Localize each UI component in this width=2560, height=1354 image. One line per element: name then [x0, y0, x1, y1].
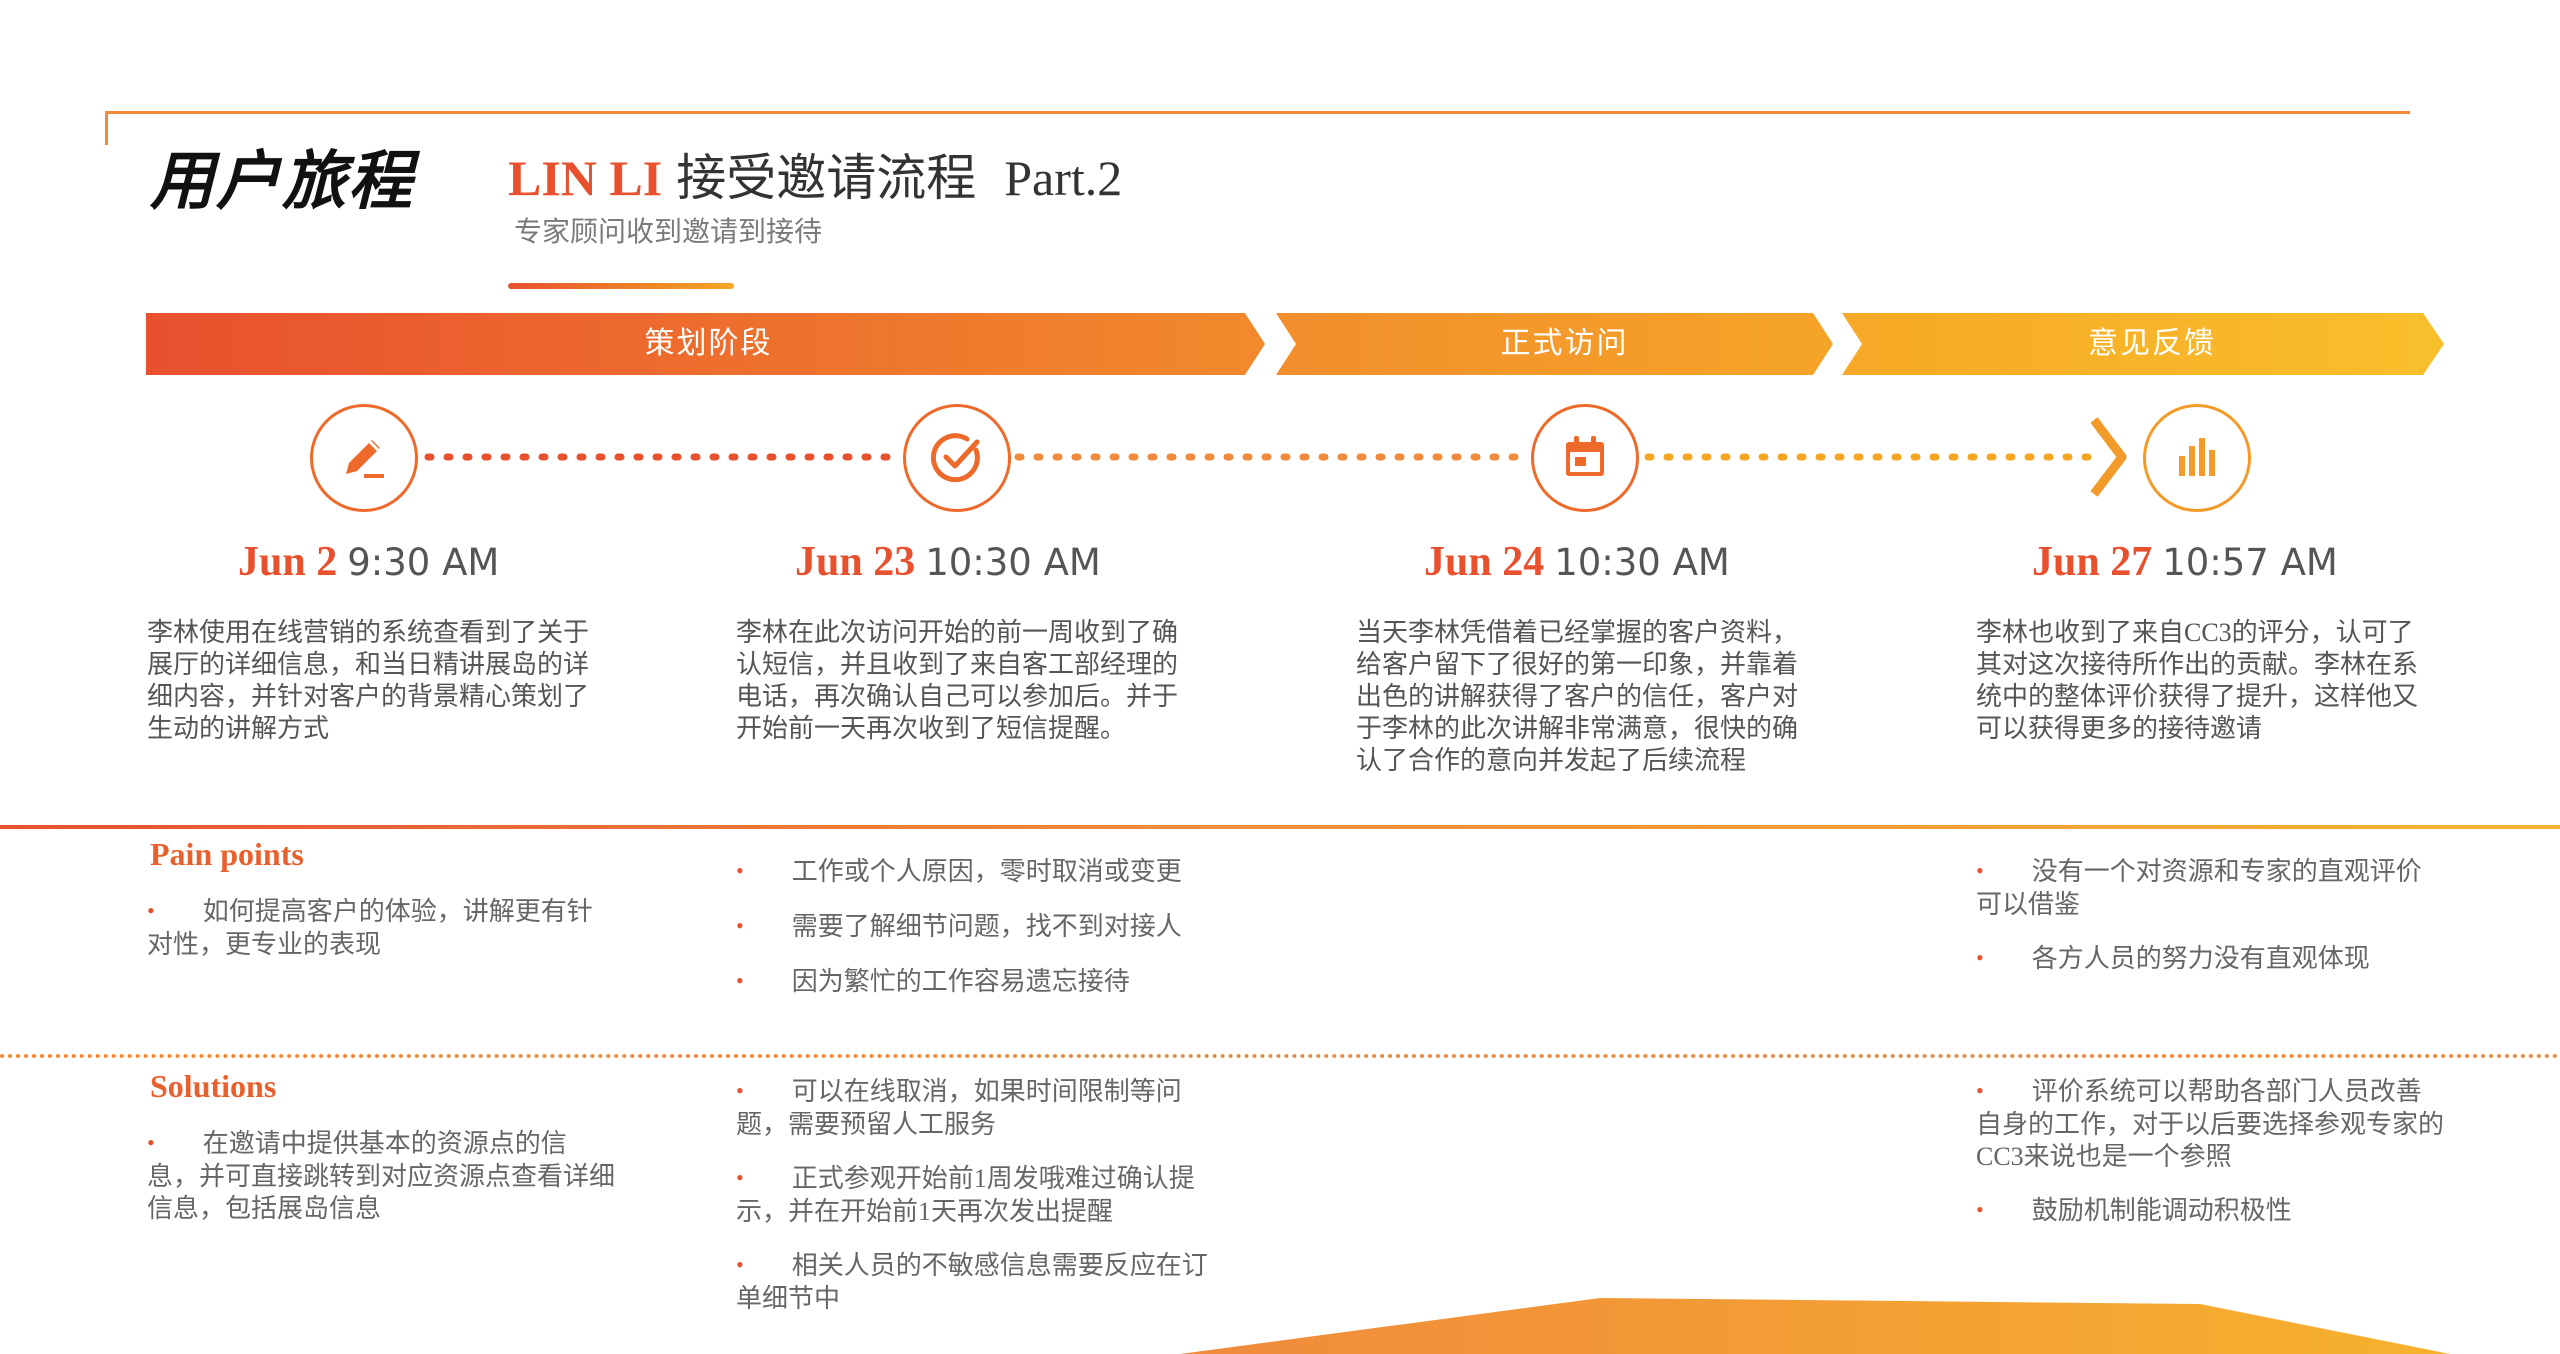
- list-item: 因为繁忙的工作容易遗忘接待: [736, 966, 1236, 999]
- list-item: 正式参观开始前1周发哦难过确认提示，并在开始前1天再次发出提醒: [736, 1163, 1216, 1228]
- timeline-date-2: Jun 23 10:30 AM: [795, 538, 1101, 586]
- date-label: Jun 24: [1424, 539, 1545, 585]
- timeline-node-4: [2143, 404, 2251, 512]
- timeline-date-3: Jun 24 10:30 AM: [1424, 538, 1730, 586]
- phase-label-planning: 策划阶段: [644, 326, 773, 361]
- time-label: 9:30 AM: [347, 541, 500, 584]
- date-label: Jun 23: [795, 539, 916, 585]
- list-item: 需要了解细节问题，找不到对接人: [736, 911, 1236, 944]
- pain-points-col-1: 如何提高客户的体验，讲解更有针对性，更专业的表现: [147, 896, 617, 983]
- timeline-description-1: 李林使用在线营销的系统查看到了关于展厅的详细信息，和当日精讲展岛的详细内容，并针…: [147, 618, 590, 743]
- solutions-col-4: 评价系统可以帮助各部门人员改善自身的工作，对于以后要选择参观专家的CC3来说也是…: [1976, 1076, 2446, 1250]
- pain-points-col-2: 工作或个人原因，零时取消或变更 需要了解细节问题，找不到对接人 因为繁忙的工作容…: [736, 856, 1236, 1021]
- subtitle-text: 接受邀请流程: [676, 150, 977, 206]
- header-rule-tick: [105, 111, 108, 145]
- phase-label-feedback: 意见反馈: [2088, 326, 2216, 361]
- time-label: 10:30 AM: [925, 541, 1101, 584]
- timeline-description-3: 当天李林凭借着已经掌握的客户资料，给客户留下了很好的第一印象，并靠着出色的讲解获…: [1356, 618, 1799, 775]
- solutions-col-1: 在邀请中提供基本的资源点的信息，并可直接跳转到对应资源点查看详细信息，包括展岛信…: [147, 1128, 617, 1247]
- date-label: Jun 27: [2032, 539, 2153, 585]
- timeline-date-1: Jun 2 9:30 AM: [238, 538, 499, 586]
- solutions-label: Solutions: [150, 1068, 277, 1104]
- calendar-icon: [1566, 436, 1604, 476]
- pain-points-label: Pain points: [150, 836, 304, 872]
- timeline-description-4: 李林也收到了来自CC3的评分，认可了其对这次接待所作出的贡献。李林在系统中的整体…: [1976, 618, 2419, 743]
- timeline-date-4: Jun 27 10:57 AM: [2032, 538, 2338, 586]
- page-title: 用户旅程: [150, 145, 414, 219]
- subtitle-name: LIN LI: [508, 150, 663, 206]
- timeline-node-3: [1531, 404, 1639, 512]
- list-item: 如何提高客户的体验，讲解更有针对性，更专业的表现: [147, 896, 617, 961]
- timeline-node-2: [903, 404, 1011, 512]
- date-label: Jun 2: [238, 539, 338, 585]
- bar-chart-icon: [2179, 438, 2215, 476]
- list-item: 评价系统可以帮助各部门人员改善自身的工作，对于以后要选择参观专家的CC3来说也是…: [1976, 1076, 2446, 1173]
- timeline-node-1: [310, 404, 418, 512]
- timeline-arrow-head: [2090, 417, 2127, 497]
- subheading: 专家顾问收到邀请到接待: [514, 215, 823, 248]
- list-item: 没有一个对资源和专家的直观评价可以借鉴: [1976, 856, 2446, 921]
- section-divider: [0, 825, 2560, 829]
- header-top-rule: [105, 111, 2410, 114]
- list-item: 在邀请中提供基本的资源点的信息，并可直接跳转到对应资源点查看详细信息，包括展岛信…: [147, 1128, 617, 1225]
- list-item: 可以在线取消，如果时间限制等问题，需要预留人工服务: [736, 1076, 1216, 1141]
- dotted-divider: [0, 1054, 2560, 1058]
- list-item: 各方人员的努力没有直观体现: [1976, 943, 2446, 976]
- pain-points-col-4: 没有一个对资源和专家的直观评价可以借鉴 各方人员的努力没有直观体现: [1976, 856, 2446, 998]
- phase-label-visit: 正式访问: [1500, 326, 1629, 361]
- subtitle-underline: [508, 283, 734, 289]
- check-circle-icon: [930, 433, 980, 483]
- time-label: 10:57 AM: [2162, 541, 2338, 584]
- time-label: 10:30 AM: [1554, 541, 1730, 584]
- timeline-description-2: 李林在此次访问开始的前一周收到了确认短信，并且收到了来自客工部经理的电话，再次确…: [736, 618, 1179, 743]
- list-item: 工作或个人原因，零时取消或变更: [736, 856, 1236, 889]
- journey-subtitle: LIN LI 接受邀请流程 Part.2: [508, 138, 1122, 210]
- subtitle-part: Part.2: [1004, 150, 1123, 206]
- pencil-icon: [346, 440, 384, 478]
- bottom-decor-wedge: [1180, 1298, 2450, 1354]
- list-item: 鼓励机制能调动积极性: [1976, 1195, 2446, 1228]
